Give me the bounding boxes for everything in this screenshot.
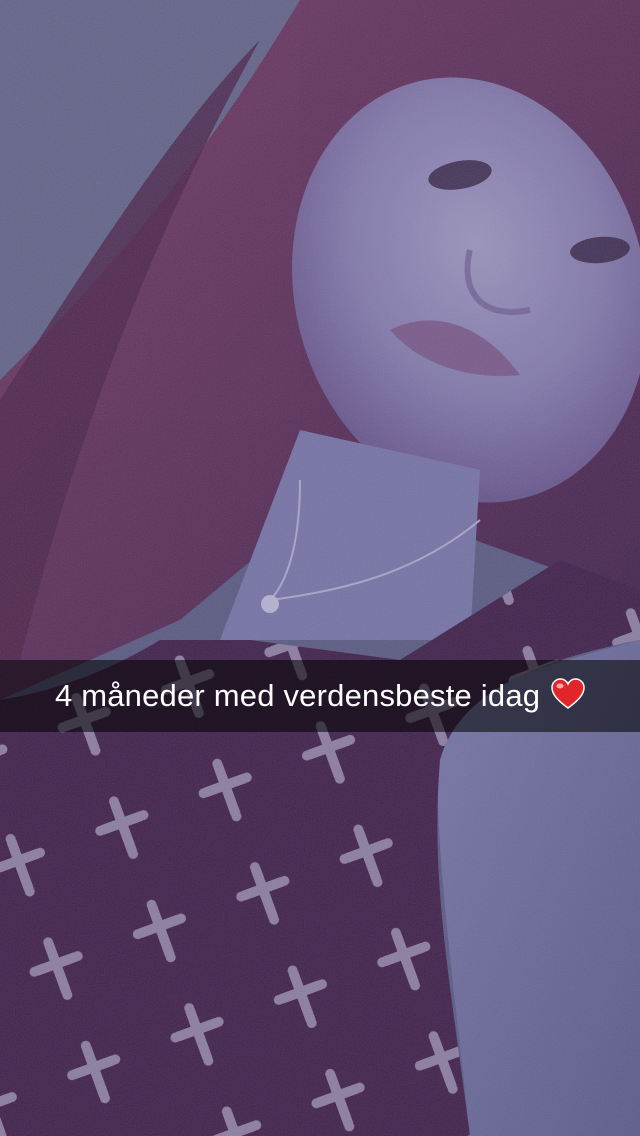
heart-icon (551, 678, 585, 709)
selfie-photo (0, 0, 640, 1136)
photo-illustration (0, 0, 640, 1136)
snap-caption-bar: 4 måneder med verdensbeste idag (0, 660, 640, 732)
caption-text: 4 måneder med verdensbeste idag (54, 678, 541, 713)
snap-caption: 4 måneder med verdensbeste idag (55, 678, 585, 714)
